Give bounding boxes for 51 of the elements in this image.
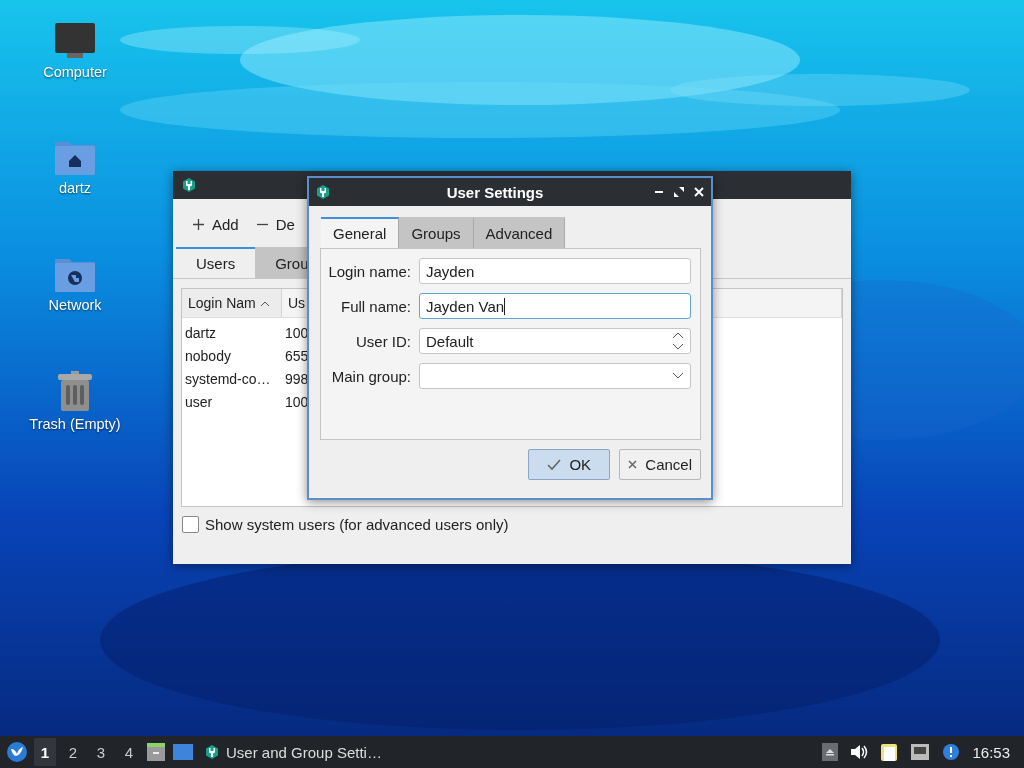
volume-icon[interactable] [850, 744, 869, 760]
ok-button[interactable]: OK [528, 449, 611, 480]
field-label: Full name: [339, 297, 411, 315]
tab[interactable]: General [321, 217, 400, 248]
maximize-icon[interactable] [673, 186, 685, 198]
network-icon[interactable] [910, 743, 931, 761]
spin-arrows-icon[interactable] [672, 331, 684, 351]
app-icon [315, 184, 331, 200]
taskbar-task[interactable]: User and Group Setti… [200, 743, 386, 761]
desktop-icon-label[interactable]: Network [48, 297, 102, 313]
toolbar-button[interactable]: De [256, 215, 295, 233]
table-cell-text: systemd-co… [184, 370, 271, 387]
close-icon[interactable] [693, 186, 705, 198]
eject-icon[interactable] [822, 743, 839, 761]
app-icon [204, 744, 220, 760]
check-icon [547, 458, 562, 471]
monitor-icon [54, 22, 96, 60]
spin-box[interactable]: Default [419, 328, 691, 354]
table-cell-text: dartz [184, 324, 217, 341]
field-label: User ID: [355, 332, 411, 350]
table-cell-text: user [184, 393, 213, 410]
input-field[interactable]: Jayden Van [419, 293, 691, 319]
close-icon [628, 460, 638, 469]
workspace-button[interactable]: 3 [90, 738, 112, 766]
workspace-button[interactable]: 4 [118, 738, 140, 766]
clock: 16:53 [971, 743, 1011, 761]
workspace-button[interactable]: 2 [62, 738, 84, 766]
field-label: Login name: [327, 262, 411, 280]
checkbox[interactable] [182, 516, 199, 533]
notification-icon[interactable] [942, 743, 961, 761]
table-cell-text: 655 [284, 347, 309, 364]
desktop-icon-label[interactable]: Trash (Empty) [29, 416, 121, 432]
dropdown-caret-icon[interactable] [672, 372, 684, 380]
plus-icon [193, 218, 204, 230]
input-field[interactable]: Jayden [419, 258, 691, 284]
window-title: User Settings [445, 183, 545, 201]
desktop-icon[interactable] [172, 743, 194, 761]
menu-icon[interactable] [6, 741, 28, 763]
table-cell-text: 998 [284, 370, 309, 387]
column-header[interactable]: Login Nam [182, 289, 282, 317]
clipboard-icon[interactable] [880, 742, 899, 762]
cancel-button[interactable]: Cancel [619, 449, 701, 480]
file-cabinet-icon[interactable] [146, 742, 166, 762]
tab[interactable]: Groups [399, 217, 474, 248]
table-cell-text: nobody [184, 347, 231, 364]
workspace-button[interactable]: 1 [34, 738, 56, 766]
app-icon [181, 177, 197, 193]
toolbar-button[interactable]: Add [193, 215, 239, 233]
checkbox-label[interactable]: Show system users (for advanced users only) [205, 516, 509, 533]
tab[interactable]: Advanced [473, 217, 566, 248]
field-label: Main group: [330, 367, 411, 385]
